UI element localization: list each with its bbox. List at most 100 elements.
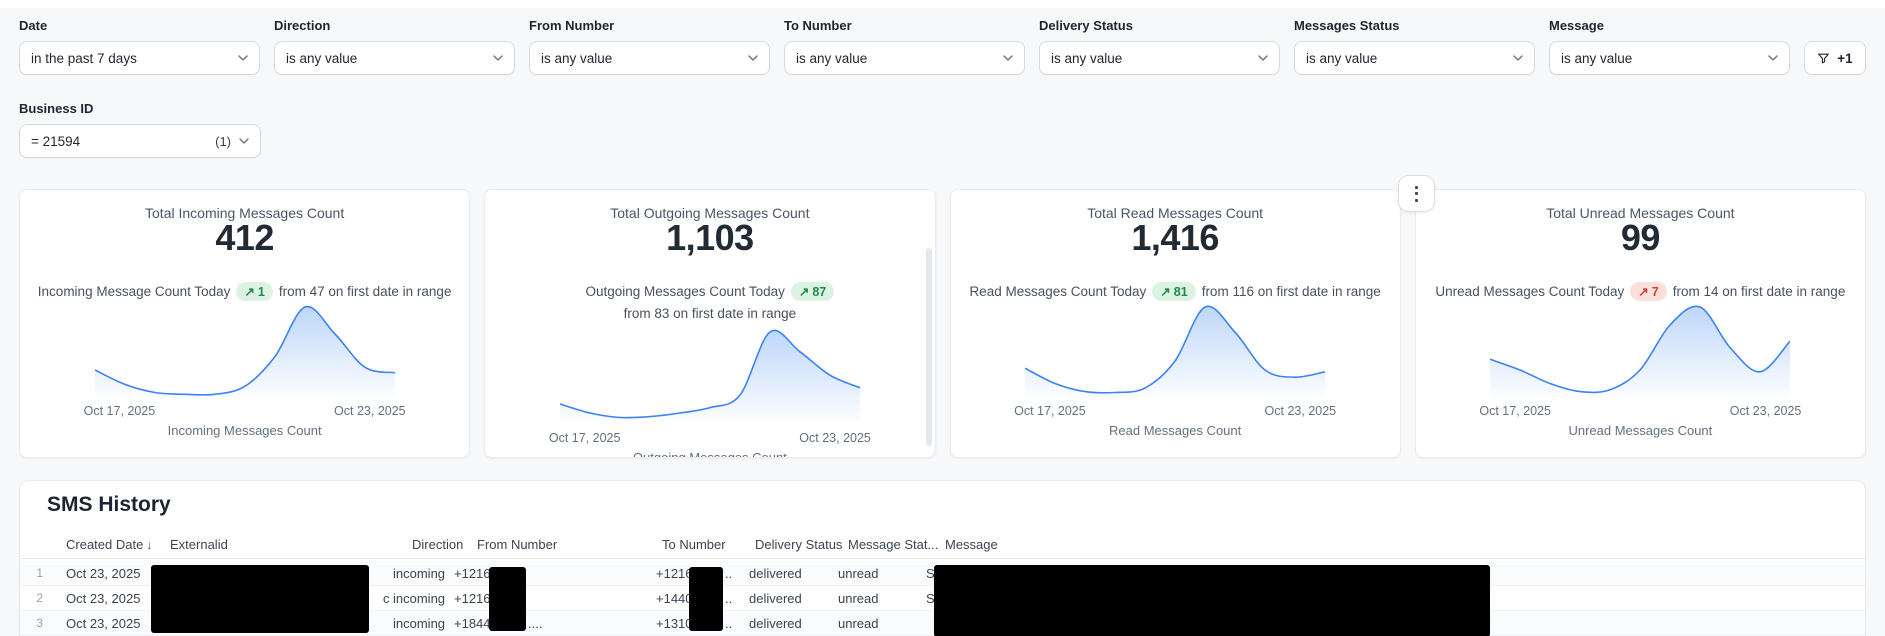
chevron-down-icon (1513, 55, 1523, 61)
to-number-filter-select[interactable]: is any value (784, 41, 1025, 75)
header-from-number[interactable]: From Number (471, 537, 656, 552)
tile-actions-button[interactable] (1398, 175, 1435, 212)
cell-delivery-status: delivered (749, 615, 802, 631)
cell-delivery-status: delivered (749, 590, 802, 606)
header-to-number[interactable]: To Number (656, 537, 749, 552)
direction-filter-value: is any value (286, 50, 358, 66)
cell-from-number: +1216 (454, 565, 491, 581)
cell-created-date: Oct 23, 2025 (66, 590, 141, 606)
delta-badge: ↗ 1 (236, 282, 273, 301)
cell-direction: incoming (393, 565, 446, 581)
sparkline-axis: Oct 17, 2025 Oct 23, 2025 (1014, 404, 1336, 418)
header-message[interactable]: Message (939, 537, 1865, 552)
card-delta-line: Read Messages Count Today ↗ 81 from 116 … (969, 282, 1381, 301)
business-id-filter-select[interactable]: = 21594 (1) (19, 124, 261, 158)
axis-end-label: Oct 23, 2025 (1264, 404, 1337, 418)
cell-from-number: +1844.... (454, 615, 543, 631)
message-filter-label: Message (1549, 18, 1604, 33)
filter-group-direction: Direction is any value (274, 18, 515, 75)
arrow-up-right-icon: ↗ (1160, 285, 1171, 299)
card-delta-suffix: from 83 on first date in range (623, 306, 797, 321)
sms-history-title: SMS History (47, 493, 171, 516)
header-message-status[interactable]: Message Stat... (842, 537, 939, 552)
header-delivery-status[interactable]: Delivery Status (749, 537, 842, 552)
arrow-up-right-icon: ↗ (1638, 285, 1649, 299)
filter-bar: Date in the past 7 days Direction is any… (19, 18, 1866, 75)
filter-group-to-number: To Number is any value (784, 18, 1025, 75)
card-unread-messages: Total Unread Messages Count 99 Unread Me… (1414, 189, 1866, 458)
messages-status-filter-label: Messages Status (1294, 18, 1400, 33)
messages-status-filter-value: is any value (1306, 50, 1378, 66)
arrow-up-right-icon: ↗ (798, 285, 810, 299)
axis-start-label: Oct 17, 2025 (548, 431, 621, 445)
cell-from-number: +1216 (454, 590, 491, 606)
business-id-filter-label: Business ID (19, 101, 94, 116)
date-filter-label: Date (19, 18, 48, 33)
chevron-down-icon (1003, 55, 1013, 61)
header-direction[interactable]: Direction (406, 537, 471, 552)
cell-direction: incoming (393, 615, 446, 631)
chevron-down-icon (1258, 55, 1268, 61)
axis-end-label: Oct 23, 2025 (334, 404, 406, 418)
message-filter-select[interactable]: is any value (1549, 41, 1790, 75)
card-value: 412 (215, 217, 274, 258)
dashboard: Date in the past 7 days Direction is any… (0, 0, 1885, 636)
redaction-block (151, 565, 369, 633)
card-scrollbar[interactable] (925, 248, 932, 446)
axis-start-label: Oct 17, 2025 (1479, 404, 1551, 418)
direction-filter-select[interactable]: is any value (274, 41, 515, 75)
to-number-filter-label: To Number (784, 18, 852, 33)
sparkline-chart (1490, 305, 1791, 397)
from-number-filter-select[interactable]: is any value (529, 41, 770, 75)
business-id-filter-count: (1) (215, 133, 231, 149)
axis-end-label: Oct 23, 2025 (799, 431, 871, 445)
card-delta-line: Outgoing Messages Count Today ↗ 87 (491, 282, 928, 301)
sort-desc-icon: ↓ (146, 538, 153, 552)
sparkline-axis: Oct 17, 2025 Oct 23, 2025 (84, 404, 406, 418)
more-filters-count: +1 (1837, 50, 1853, 66)
series-label: Read Messages Count (1109, 423, 1242, 438)
more-filters-button[interactable]: +1 (1804, 41, 1866, 75)
cell-direction: incoming (393, 590, 446, 606)
cell-created-date: Oct 23, 2025 (66, 615, 141, 631)
to-number-filter-value: is any value (796, 50, 868, 66)
filter-group-date: Date in the past 7 days (19, 18, 260, 75)
messages-status-filter-select[interactable]: is any value (1294, 41, 1535, 75)
chevron-down-icon (239, 138, 249, 144)
header-externalid[interactable]: Externalid (164, 537, 406, 552)
redaction-block (489, 567, 526, 631)
card-value: 99 (1620, 217, 1661, 258)
filter-group-message: Message is any value (1549, 18, 1790, 75)
card-delta-line: Unread Messages Count Today ↗ 7 from 14 … (1435, 282, 1846, 301)
header-created-date[interactable]: Created Date ↓ (60, 537, 164, 552)
axis-start-label: Oct 17, 2025 (83, 404, 156, 418)
cell-message-status: unread (838, 590, 879, 606)
card-value: 1,416 (1131, 217, 1219, 258)
funnel-icon (1817, 52, 1830, 65)
from-number-filter-label: From Number (529, 18, 615, 33)
series-label: Unread Messages Count (1568, 423, 1713, 438)
delivery-status-filter-value: is any value (1051, 50, 1123, 66)
delta-badge: ↗ 81 (1152, 282, 1196, 301)
redaction-block (934, 565, 1490, 636)
cell-created-date: Oct 23, 2025 (66, 565, 141, 581)
card-read-messages: Total Read Messages Count 1,416 Read Mes… (949, 189, 1401, 458)
chevron-down-icon (1768, 55, 1778, 61)
row-number: 3 (36, 616, 43, 630)
card-delta-line: Incoming Message Count Today ↗ 1 from 47… (37, 282, 452, 301)
card-incoming-messages: Total Incoming Messages Count 412 Incomi… (19, 189, 471, 458)
arrow-up-right-icon: ↗ (244, 285, 255, 299)
delivery-status-filter-select[interactable]: is any value (1039, 41, 1280, 75)
from-number-filter-value: is any value (541, 50, 613, 66)
cell-message-status: unread (838, 565, 879, 581)
chevron-down-icon (493, 55, 503, 61)
date-filter-value: in the past 7 days (31, 50, 137, 66)
sparkline-axis: Oct 17, 2025 Oct 23, 2025 (549, 431, 871, 445)
date-filter-select[interactable]: in the past 7 days (19, 41, 260, 75)
chevron-down-icon (238, 55, 248, 61)
delta-badge: ↗ 87 (790, 282, 835, 301)
table-header-row: Created Date ↓ Externalid Direction From … (20, 531, 1865, 559)
delta-badge: ↗ 7 (1630, 282, 1667, 301)
series-label: Incoming Messages Count (167, 423, 322, 438)
kpi-cards-row: Total Incoming Messages Count 412 Incomi… (19, 175, 1866, 458)
